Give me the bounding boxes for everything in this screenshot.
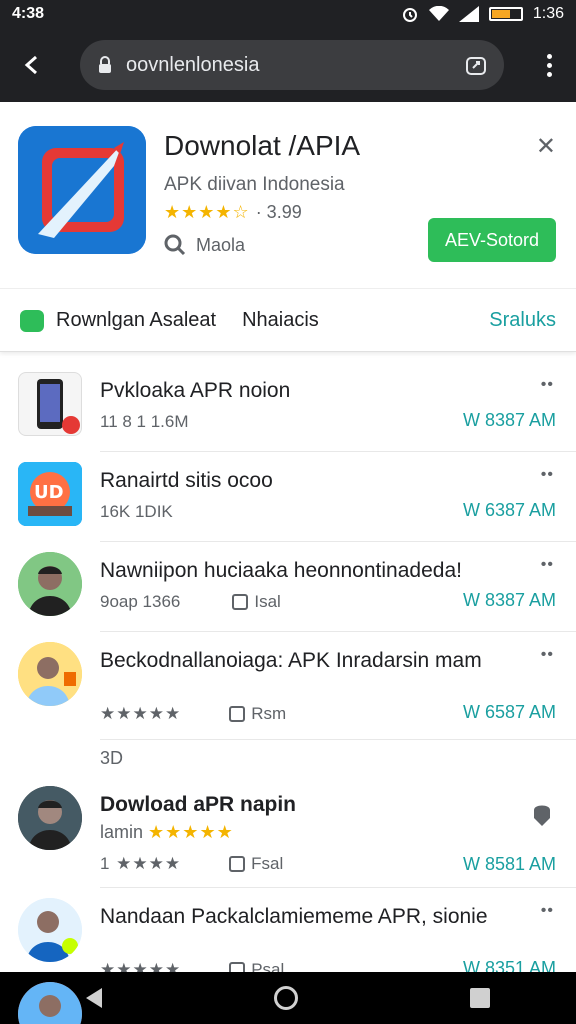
filter-row: Rownlgan Asaleat Nhaiacis Sraluks xyxy=(0,288,576,352)
divider-label: 3D xyxy=(100,747,124,768)
url-bar[interactable]: oovnlenlonesia xyxy=(80,40,504,90)
battery-icon xyxy=(488,7,523,21)
back-button[interactable] xyxy=(12,45,52,85)
item-meta-1: 11 8 1 1.6M xyxy=(100,412,189,431)
status-right-time: 1:36 xyxy=(532,5,564,22)
filter-item-3[interactable]: Sraluks xyxy=(489,309,556,332)
status-icons: 1:36 xyxy=(401,5,564,23)
list-item[interactable]: Pvkloaka APR noion 11 8 1 1.6M •• W 8387… xyxy=(18,362,576,452)
system-nav-bar xyxy=(0,972,576,1024)
rating-stars: ★★★★☆ xyxy=(164,202,250,222)
alarm-icon xyxy=(402,8,417,22)
item-meta-1: ★★★★★ xyxy=(100,704,182,723)
download-icon[interactable] xyxy=(530,800,554,828)
wifi-icon xyxy=(428,6,449,21)
browser-toolbar: oovnlenlonesia xyxy=(0,28,576,102)
item-meta: 9oap 1366 Isal xyxy=(100,592,281,612)
share-icon[interactable] xyxy=(464,53,488,77)
item-meta-2: Isal xyxy=(254,592,281,611)
item-timestamp: W 6387 AM xyxy=(462,500,556,520)
item-meta: 1 ★★★★ Fsal xyxy=(100,854,283,874)
item-meta-1: 16K 1DIK xyxy=(100,502,173,521)
phone-thumbnail xyxy=(18,372,82,436)
item-title-text: Dowload aPR napin xyxy=(100,793,297,816)
item-meta-1: 1 ★★★★ xyxy=(100,854,182,873)
item-timestamp: W 8581 AM xyxy=(462,854,556,874)
list-item[interactable]: Dowload aPR napin lamin ★★★★★ 1 ★★★★ Fsa… xyxy=(18,776,576,888)
item-timestamp: W 6587 AM xyxy=(462,702,556,722)
item-subtitle-stars: ★★★★★ xyxy=(148,822,234,842)
item-tag: Fsal xyxy=(229,854,283,874)
item-title: Nawniipon huciaaka heonnontinadeda! xyxy=(100,559,462,582)
app-icon xyxy=(18,126,146,254)
app-meta-label: Maola xyxy=(196,234,246,255)
tag-icon xyxy=(232,594,249,610)
filter-item-2[interactable]: Nhaiacis xyxy=(242,309,319,332)
item-title: Nandaan Packalclamiememe APR, sionie xyxy=(100,905,488,928)
nav-back-icon[interactable] xyxy=(86,988,102,1008)
app-meta: Maola xyxy=(164,234,245,256)
svg-text:UD: UD xyxy=(34,482,64,503)
search-icon xyxy=(164,234,186,256)
lock-icon xyxy=(99,56,111,73)
nav-recents-icon[interactable] xyxy=(470,988,490,1008)
more-icon[interactable]: •• xyxy=(541,902,554,920)
item-meta: 16K 1DIK xyxy=(100,502,173,522)
item-meta: 11 8 1 1.6M xyxy=(100,412,189,432)
section-divider: 3D xyxy=(0,740,576,776)
signal-icon xyxy=(458,6,479,22)
status-time: 4:38 xyxy=(12,5,45,22)
more-icon[interactable]: •• xyxy=(541,376,554,394)
chat-icon xyxy=(20,309,44,332)
app-subtitle: APK diivan Indonesia xyxy=(164,174,345,195)
chevron-left-icon xyxy=(24,55,37,75)
list-item[interactable]: Beckodnallanoiaga: APK Inradarsin mam ★★… xyxy=(18,632,576,740)
more-icon[interactable]: •• xyxy=(541,646,554,664)
status-bar: 4:38 1:36 xyxy=(0,0,576,28)
more-icon[interactable]: •• xyxy=(541,466,554,484)
app-title: Downolat /APIA xyxy=(164,130,361,161)
item-title: Pvkloaka APR noion xyxy=(100,379,291,402)
list-item[interactable]: Nawniipon huciaaka heonnontinadeda! 9oap… xyxy=(18,542,576,632)
avatar xyxy=(18,552,82,616)
avatar xyxy=(18,642,82,706)
item-title: Ranairtd sitis ocoo xyxy=(100,469,273,492)
item-meta: ★★★★★ Rsm xyxy=(100,704,286,724)
list-item[interactable]: UD Ranairtd sitis ocoo 16K 1DIK •• W 638… xyxy=(18,452,576,542)
item-title: Dowload aPR napin xyxy=(100,792,520,818)
item-title: Beckodnallanoiaga: APK Inradarsin mam xyxy=(100,649,482,672)
item-meta-2: Fsal xyxy=(251,854,284,873)
item-subtitle-text: lamin xyxy=(100,822,144,842)
avatar xyxy=(18,786,82,850)
results-list: Pvkloaka APR noion 11 8 1 1.6M •• W 8387… xyxy=(0,362,576,992)
close-button[interactable]: ✕ xyxy=(536,132,556,161)
more-menu-button[interactable] xyxy=(534,45,564,85)
rocket-icon xyxy=(18,126,146,254)
item-tag: Isal xyxy=(232,592,281,612)
app-rating: ★★★★☆ · 3.99 xyxy=(164,202,302,223)
item-subtitle: lamin ★★★★★ xyxy=(100,822,234,843)
rating-value: · 3.99 xyxy=(255,202,302,222)
item-meta-1: 9oap 1366 xyxy=(100,592,181,611)
install-button[interactable]: AEV-Sotord xyxy=(428,218,556,262)
tag-icon xyxy=(229,706,246,722)
url-text: oovnlenlonesia xyxy=(126,53,260,76)
more-icon[interactable]: •• xyxy=(541,556,554,574)
item-meta-2: Rsm xyxy=(251,704,287,723)
nav-home-icon[interactable] xyxy=(274,986,298,1010)
filter-item-1[interactable]: Rownlgan Asaleat xyxy=(56,309,216,332)
tag-icon xyxy=(229,856,246,872)
game-thumbnail: UD xyxy=(18,462,82,526)
avatar xyxy=(18,898,82,962)
item-timestamp: W 8387 AM xyxy=(462,590,556,610)
app-header-card: Downolat /APIA APK diivan Indonesia ★★★★… xyxy=(0,102,576,352)
item-tag: Rsm xyxy=(229,704,286,724)
item-timestamp: W 8387 AM xyxy=(462,410,556,430)
